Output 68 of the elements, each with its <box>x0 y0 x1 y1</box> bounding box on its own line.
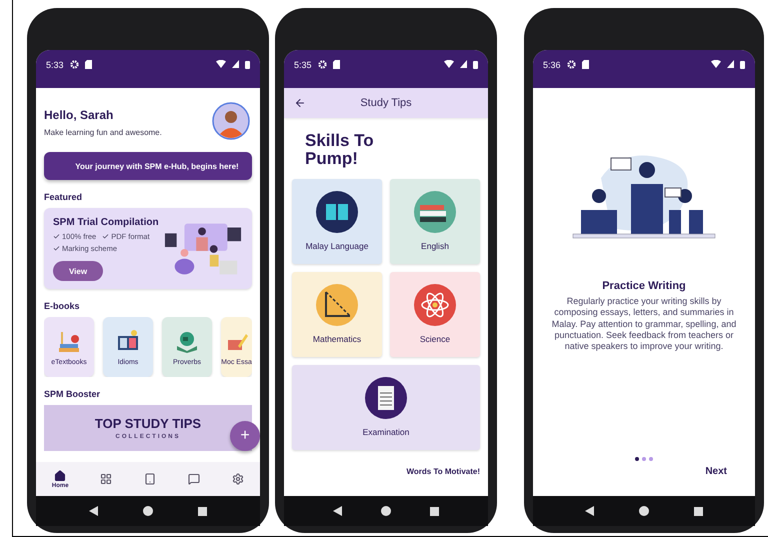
subject-tile[interactable]: Examination <box>292 364 480 450</box>
home-circle-icon[interactable] <box>142 506 153 516</box>
next-button[interactable]: Next <box>699 465 733 478</box>
sd-card-icon <box>582 60 589 69</box>
recents-icon[interactable] <box>430 506 439 516</box>
gear-icon <box>318 60 327 69</box>
tagline: Make learning fun and awesome. <box>44 128 162 137</box>
slide-description: Regularly practice your writing skills by composing essays, letters, and summaries in Malay. Pay attention to grammar, spelling, and punctuation. Seek feedback from teachers or native speakers to improve your writing. <box>550 296 738 352</box>
motivate-link[interactable]: Words To Motivate! <box>406 466 480 476</box>
tile-label: Mathematics <box>312 334 362 344</box>
exam-icon <box>365 377 407 420</box>
chat-icon <box>188 473 200 485</box>
math-icon <box>316 284 358 326</box>
page-dot[interactable] <box>635 457 639 461</box>
page-heading: Skills To Pump! <box>305 132 375 168</box>
tile-label: Malay Language <box>306 241 368 252</box>
card-title: SPM Trial Compilation <box>53 217 160 228</box>
back-icon[interactable] <box>333 506 342 516</box>
sd-card-icon <box>84 60 92 69</box>
back-icon[interactable] <box>585 506 594 516</box>
battery-icon <box>245 60 250 69</box>
page-dot[interactable] <box>642 457 646 461</box>
signal-icon <box>232 60 239 68</box>
status-time: 5:36 <box>543 60 561 70</box>
banner-title: TOP STUDY TIPS <box>94 416 202 431</box>
status-time: 5:35 <box>294 60 312 70</box>
signal-icon <box>727 60 734 68</box>
wifi-icon <box>711 60 721 68</box>
tile-label: Examination <box>362 427 410 438</box>
app-bar-title: Study Tips <box>359 97 413 109</box>
nav-tab[interactable] <box>186 471 202 487</box>
home-icon <box>54 470 66 482</box>
battery-icon <box>740 60 745 69</box>
greeting: Hello, Sarah <box>44 108 114 122</box>
settings-icon <box>232 473 244 485</box>
status-time: 5:33 <box>46 60 64 70</box>
home-circle-icon[interactable] <box>638 506 649 516</box>
tile-label: English <box>421 241 449 252</box>
gear-icon <box>70 60 79 69</box>
home-circle-icon[interactable] <box>380 506 391 516</box>
signal-icon <box>460 60 467 68</box>
subject-tile[interactable]: Malay Language <box>292 178 382 264</box>
page-dot[interactable] <box>649 457 653 461</box>
back-arrow-icon[interactable] <box>294 97 306 109</box>
section-heading: Featured <box>44 192 84 202</box>
subject-tile[interactable]: English <box>390 178 480 264</box>
tablet-icon <box>144 473 156 485</box>
battery-icon <box>473 60 478 69</box>
back-icon[interactable] <box>88 506 98 516</box>
atom-icon <box>414 284 456 326</box>
section-heading: E-books <box>44 301 81 311</box>
slide-title: Practice Writing <box>602 280 686 292</box>
recents-icon[interactable] <box>198 506 208 516</box>
section-heading: SPM Booster <box>44 389 102 399</box>
check-icon <box>102 233 110 240</box>
sd-card-icon <box>332 60 340 69</box>
subject-tile[interactable]: Science <box>390 272 480 357</box>
recents-icon[interactable] <box>694 506 703 516</box>
book-icon <box>316 191 358 234</box>
grid-icon <box>100 473 112 485</box>
wifi-icon <box>216 60 226 68</box>
subject-tile[interactable]: Mathematics <box>292 272 382 357</box>
gear-icon <box>566 60 576 69</box>
avatar[interactable] <box>212 102 250 140</box>
tile-label: Science <box>420 334 450 344</box>
view-button[interactable]: View <box>53 261 103 281</box>
journey-banner-button[interactable]: Your journey with SPM e-Hub, begins here! <box>44 152 252 180</box>
wifi-icon <box>444 60 454 68</box>
